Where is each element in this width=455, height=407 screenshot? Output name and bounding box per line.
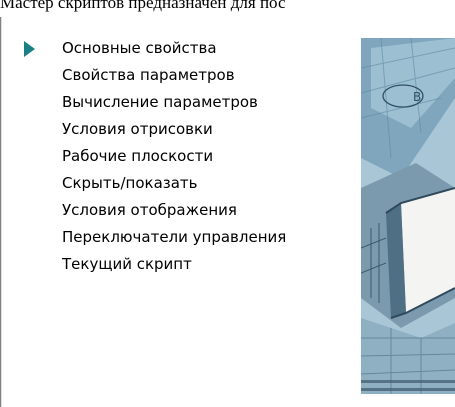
building-model-image: B bbox=[361, 38, 455, 394]
step-label: Условия отображения bbox=[62, 201, 237, 219]
step-item-parameter-properties[interactable]: Свойства параметров bbox=[24, 62, 354, 89]
intro-text: Мастер скриптов предназначен для пос bbox=[0, 0, 286, 12]
step-label: Рабочие плоскости bbox=[62, 147, 214, 165]
step-label: Текущий скрипт bbox=[62, 255, 192, 273]
step-item-current-script[interactable]: Текущий скрипт bbox=[24, 251, 354, 278]
step-label: Скрыть/показать bbox=[62, 174, 198, 192]
step-label: Свойства параметров bbox=[62, 66, 235, 84]
callout-letter: B bbox=[413, 90, 421, 104]
step-item-control-switches[interactable]: Переключатели управления bbox=[24, 224, 354, 251]
step-label: Вычисление параметров bbox=[62, 93, 258, 111]
step-item-basic-properties[interactable]: Основные свойства bbox=[24, 35, 354, 62]
step-item-display-conditions[interactable]: Условия отображения bbox=[24, 197, 354, 224]
step-item-drawing-conditions[interactable]: Условия отрисовки bbox=[24, 116, 354, 143]
step-item-work-planes[interactable]: Рабочие плоскости bbox=[24, 143, 354, 170]
wizard-page: Мастер скриптов предназначен для пос Осн… bbox=[0, 0, 455, 407]
step-item-hide-show[interactable]: Скрыть/показать bbox=[24, 170, 354, 197]
step-label: Основные свойства bbox=[62, 39, 217, 57]
current-step-arrow-icon bbox=[24, 41, 35, 57]
step-item-parameter-calculation[interactable]: Вычисление параметров bbox=[24, 89, 354, 116]
wizard-side-image: B bbox=[361, 38, 455, 394]
panel-left-border bbox=[0, 17, 3, 407]
wizard-panel: Основные свойства Свойства параметров Вы… bbox=[0, 17, 455, 407]
step-label: Условия отрисовки bbox=[62, 120, 213, 138]
step-label: Переключатели управления bbox=[62, 228, 287, 246]
step-list: Основные свойства Свойства параметров Вы… bbox=[24, 35, 354, 278]
